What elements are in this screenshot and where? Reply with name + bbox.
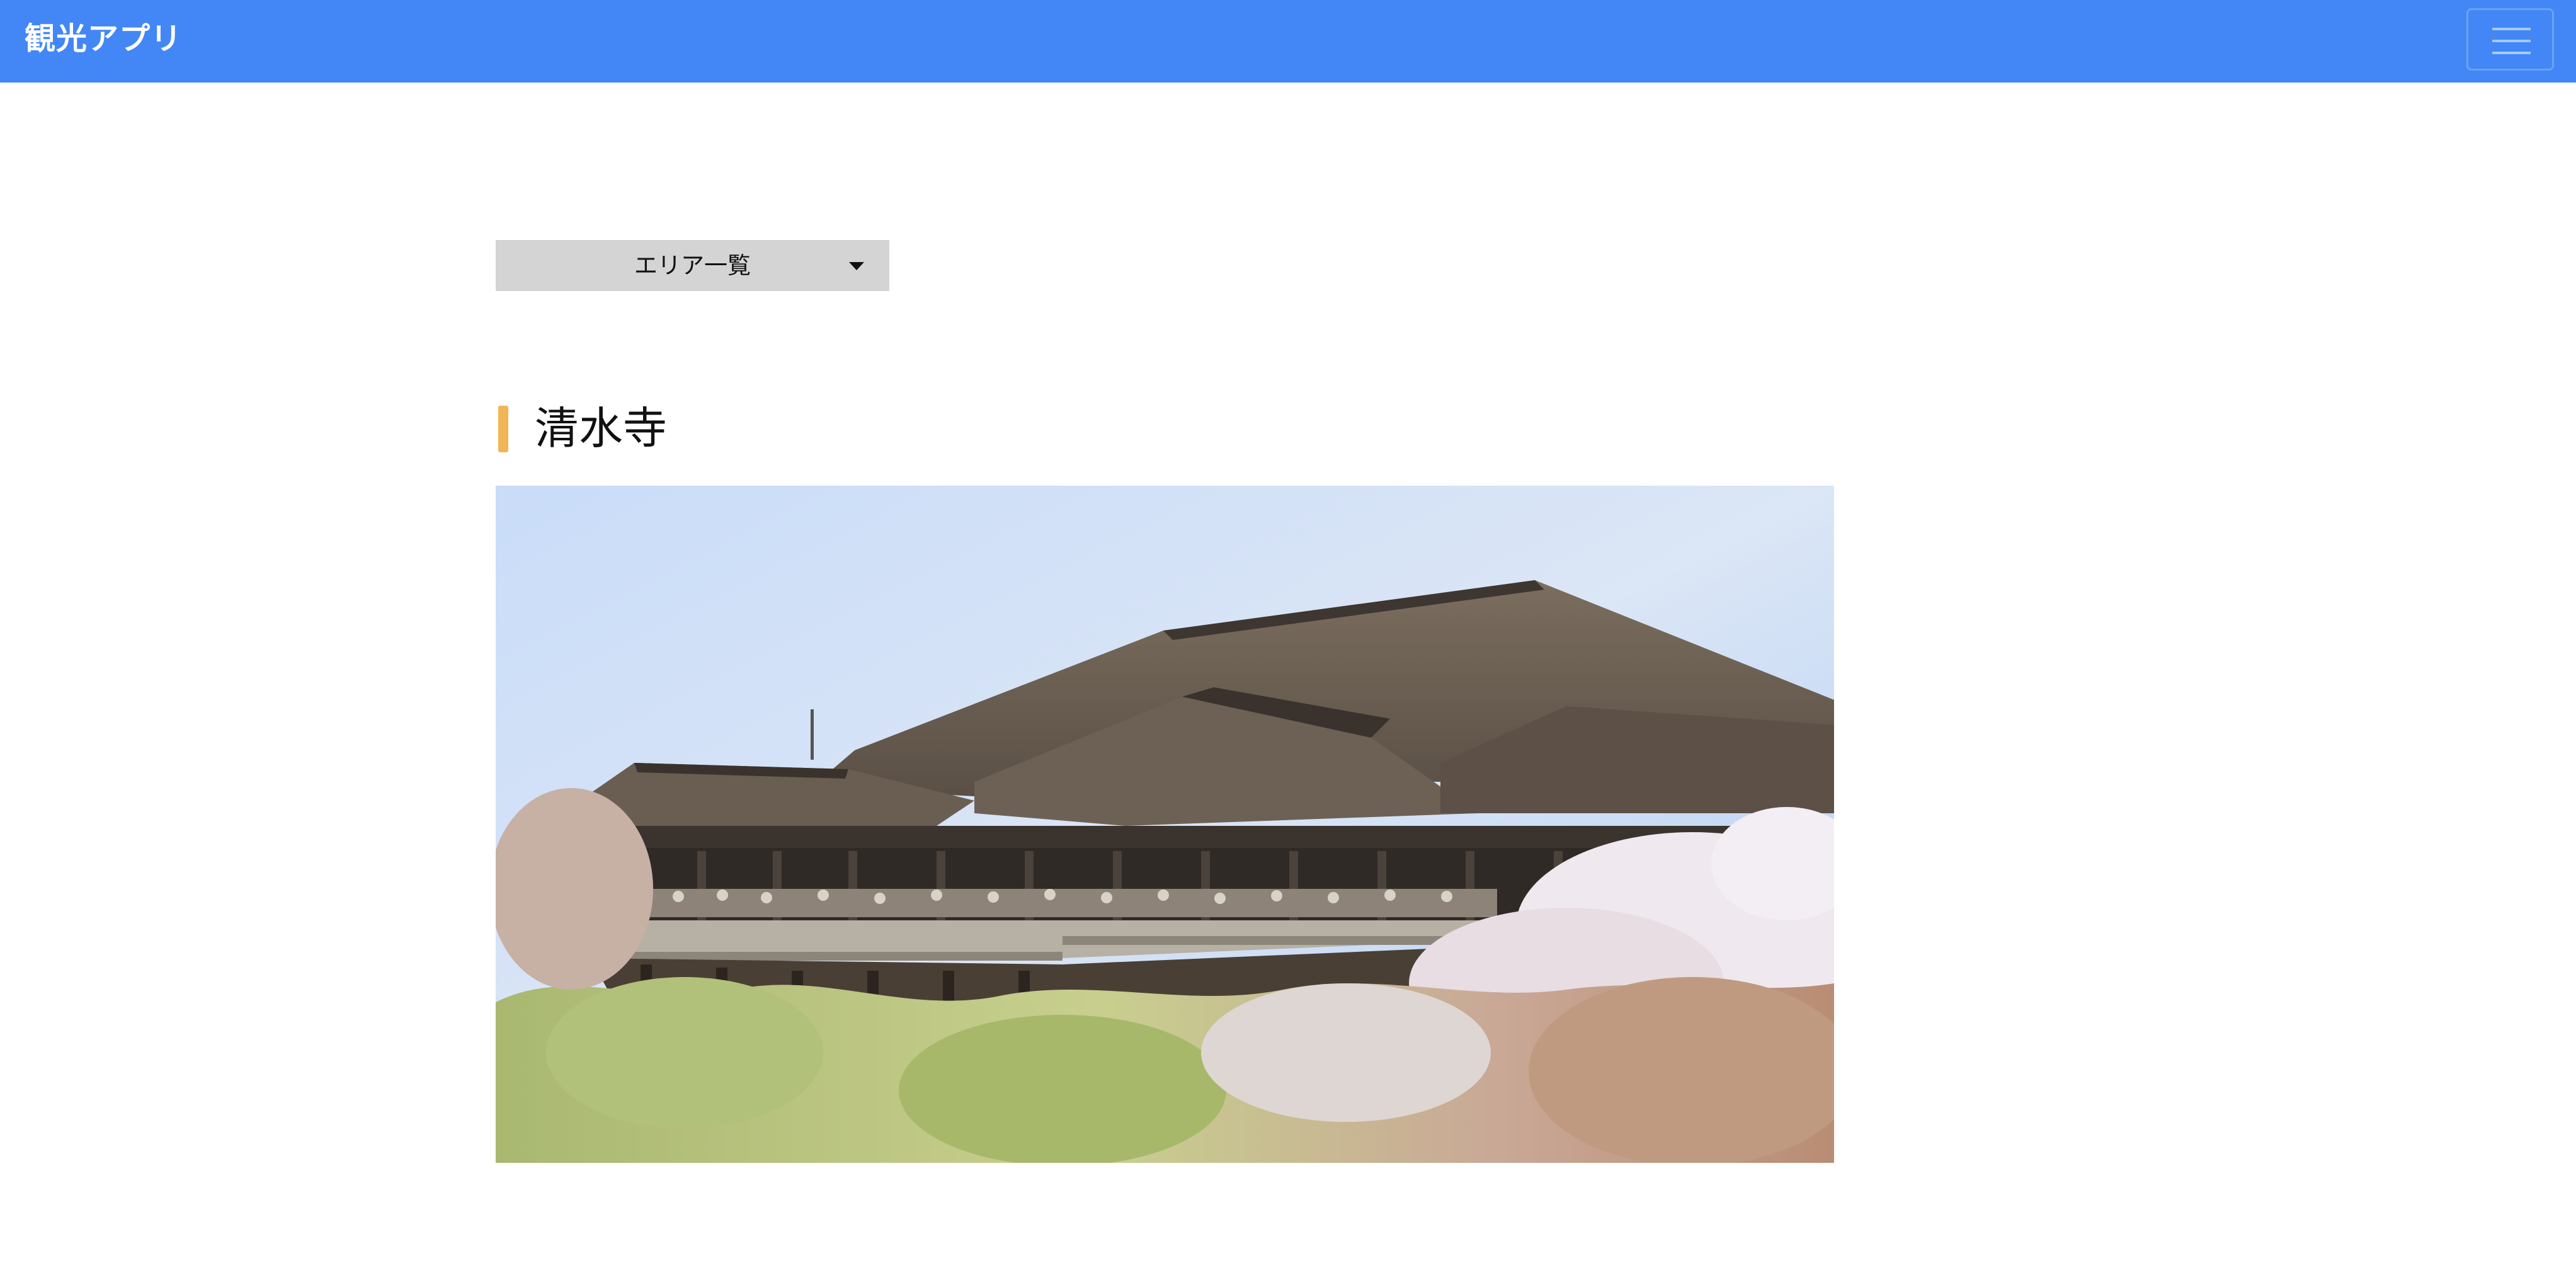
area-list-dropdown[interactable]: エリア一覧 [496,240,889,291]
top-navbar: 観光アプリ [0,0,2576,83]
spot-title: 清水寺 [535,403,667,454]
app-brand[interactable]: 観光アプリ [25,18,182,60]
caret-down-icon [849,262,864,270]
hamburger-menu-icon [2492,52,2531,54]
navbar-menu-toggle-button[interactable] [2466,8,2554,71]
title-accent-bar [498,406,508,452]
temple-photo [496,486,1834,1163]
spot-photo [496,486,1834,1163]
area-list-dropdown-label: エリア一覧 [634,252,751,279]
hamburger-menu-icon [2492,40,2531,42]
hamburger-menu-icon [2492,28,2531,30]
